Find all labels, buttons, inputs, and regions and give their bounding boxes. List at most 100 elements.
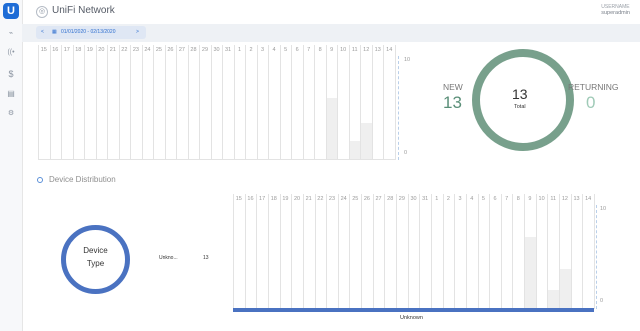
day-tick-label: 7 [505,196,509,202]
user-menu[interactable]: USERNAME superadmin [601,4,630,16]
data-bar[interactable] [326,97,338,159]
day-tick-label: 18 [270,196,277,202]
data-bar[interactable] [361,123,372,159]
dollar-icon[interactable]: $ [0,69,22,79]
day-gridline [361,194,362,309]
day-gridline [489,194,490,309]
day-gridline [199,45,200,160]
day-tick-label: 9 [330,47,334,53]
prev-range-button[interactable]: < [41,29,44,35]
day-tick-label: 10 [340,47,347,53]
day-tick-label: 24 [340,196,347,202]
unifi-logo[interactable]: U [3,3,19,19]
day-gridline [257,45,258,160]
top-bar: ◎ UniFi Network USERNAME superadmin [22,0,640,24]
day-tick-label: 14 [386,47,393,53]
day-tick-label: 1 [435,196,439,202]
device-chart: 15 16 17 18 19 20 21 22 23 24 25 26 27 28 29 30 31 1 2 3 4 5 6… [233,194,595,309]
table-icon[interactable]: ▤ [0,89,22,98]
day-tick-label: 16 [52,47,59,53]
username-value: superadmin [601,10,630,16]
day-tick-label: 1 [238,47,242,53]
day-gridline [291,194,292,309]
wifi-icon[interactable]: ((• [0,49,22,56]
day-gridline [165,45,166,160]
device-type-ring: Device Type [61,225,130,294]
day-tick-label: 15 [235,196,242,202]
dashboard-pulse-icon[interactable]: ⌁ [0,29,22,37]
section-dot-icon [37,177,43,183]
day-gridline [280,194,281,309]
total-label: Total [514,104,526,110]
day-tick-label: 28 [190,47,197,53]
day-gridline [50,45,51,160]
day-tick-label: 24 [144,47,151,53]
clients-chart: 15 16 17 18 19 20 21 22 23 24 25 26 27 28 29 30 31 1 2 3 4 5 6… [38,45,396,160]
day-tick-label: 6 [493,196,497,202]
date-range-picker[interactable]: < ▦ 01/01/2020 - 02/13/2020 > [36,26,146,39]
day-gridline [383,45,384,160]
day-tick-label: 23 [328,196,336,202]
day-gridline [315,194,316,309]
day-tick-label: 9 [528,196,532,202]
next-range-button[interactable]: > [136,29,139,35]
day-gridline [107,45,108,160]
day-tick-label: 19 [282,196,289,202]
day-tick-label: 29 [398,196,405,202]
chart-y-axis [398,56,399,160]
day-tick-label: 31 [422,196,429,202]
day-gridline [431,194,432,309]
day-tick-label: 17 [259,196,266,202]
day-tick-label: 27 [375,196,382,202]
day-gridline [349,194,350,309]
day-gridline [256,194,257,309]
day-tick-label: 22 [121,47,128,53]
day-tick-label: 18 [75,47,82,53]
legend-label: Unkno... [159,255,178,261]
network-product-icon[interactable]: ◎ [36,6,48,18]
day-gridline [245,45,246,160]
day-gridline [280,45,281,160]
returning-value: 0 [586,93,596,112]
day-gridline [582,194,583,309]
day-tick-label: 28 [387,196,394,202]
day-tick-label: 26 [363,196,370,202]
day-tick-label: 20 [98,47,105,53]
day-gridline [466,194,467,309]
day-tick-label: 6 [295,47,299,53]
filter-bar: < ▦ 01/01/2020 - 02/13/2020 > [22,24,640,42]
day-tick-label: 12 [561,196,568,202]
sidebar: U ⌁ ((• $ ▤ ⚙ [0,0,23,331]
day-gridline [153,45,154,160]
day-tick-label: 10 [538,196,545,202]
day-gridline [291,45,292,160]
day-tick-label: 26 [167,47,174,53]
day-tick-label: 4 [470,196,474,202]
day-gridline [571,194,572,309]
day-gridline [454,194,455,309]
day-gridline [268,194,269,309]
day-gridline [84,45,85,160]
returning-label: RETURNING [568,82,619,92]
day-gridline [222,45,223,160]
settings-icon[interactable]: ⚙ [0,109,22,117]
day-tick-label: 14 [585,196,592,202]
day-gridline [268,45,269,160]
data-bar[interactable] [525,236,536,308]
day-tick-label: 12 [363,47,370,53]
data-bar[interactable] [560,269,571,308]
data-bar[interactable] [349,140,361,159]
ring-label-type: Type [86,259,105,268]
day-tick-label: 30 [213,47,220,53]
y-axis-min: 0 [404,150,408,156]
day-tick-label: 19 [86,47,93,53]
y-axis-max: 10 [404,57,411,63]
day-tick-label: 11 [351,47,358,53]
day-tick-label: 2 [446,196,450,202]
day-tick-label: 20 [293,196,301,202]
day-tick-label: 17 [63,47,70,53]
day-tick-label: 8 [516,196,520,202]
day-gridline [372,45,373,160]
day-gridline [443,194,444,309]
data-bar[interactable] [548,289,560,308]
